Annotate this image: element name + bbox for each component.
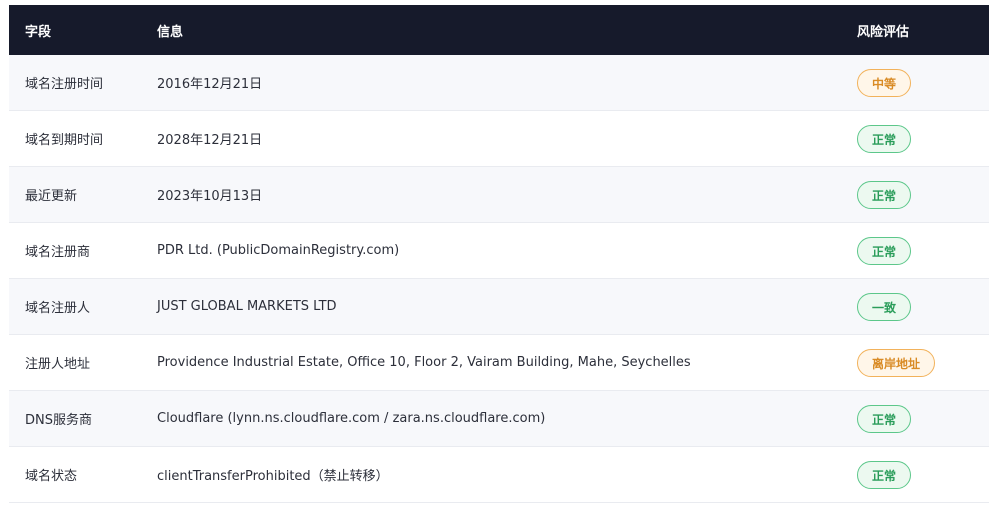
row-info: 2016年12月21日: [157, 77, 263, 92]
table-row: DNS服务商 Cloudflare (lynn.ns.cloudflare.co…: [9, 391, 989, 447]
table-row: 域名到期时间 2028年12月21日 正常: [9, 111, 989, 167]
row-field: 注册人地址: [25, 357, 91, 372]
table-row: 域名注册人 JUST GLOBAL MARKETS LTD 一致: [9, 279, 989, 335]
table-row: 域名注册时间 2016年12月21日 中等: [9, 55, 989, 111]
header-field: 字段: [25, 24, 52, 40]
row-info: Providence Industrial Estate, Office 10,…: [157, 355, 691, 370]
row-field: DNS服务商: [25, 413, 92, 428]
table-row: 域名注册商 PDR Ltd. (PublicDomainRegistry.com…: [9, 223, 989, 279]
row-info: 2028年12月21日: [157, 133, 263, 148]
row-info: 2023年10月13日: [157, 189, 263, 204]
table-row: 域名状态 clientTransferProhibited（禁止转移） 正常: [9, 447, 989, 503]
whois-table: 字段 信息 风险评估 域名注册时间 2016年12月21日 中等 域名到期时间 …: [9, 5, 989, 503]
row-info: JUST GLOBAL MARKETS LTD: [157, 299, 337, 314]
header-info: 信息: [157, 24, 184, 40]
row-field: 域名注册时间: [25, 77, 104, 92]
row-info: clientTransferProhibited（禁止转移）: [157, 469, 389, 484]
row-info: Cloudflare (lynn.ns.cloudflare.com / zar…: [157, 411, 546, 426]
table-header: 字段 信息 风险评估: [9, 5, 989, 55]
header-risk: 风险评估: [857, 24, 910, 40]
risk-badge: 中等: [857, 68, 912, 97]
row-info: PDR Ltd. (PublicDomainRegistry.com): [157, 243, 400, 258]
row-field: 最近更新: [25, 189, 78, 204]
risk-badge: 正常: [857, 404, 912, 433]
row-field: 域名注册人: [25, 301, 91, 316]
risk-badge: 正常: [857, 124, 912, 153]
risk-badge: 正常: [857, 236, 912, 265]
risk-badge: 正常: [857, 180, 912, 209]
table-row: 最近更新 2023年10月13日 正常: [9, 167, 989, 223]
row-field: 域名注册商: [25, 245, 91, 260]
row-field: 域名到期时间: [25, 133, 104, 148]
risk-badge: 离岸地址: [857, 348, 936, 377]
row-field: 域名状态: [25, 469, 78, 484]
risk-badge: 一致: [857, 292, 912, 321]
table-row: 注册人地址 Providence Industrial Estate, Offi…: [9, 335, 989, 391]
risk-badge: 正常: [857, 460, 912, 489]
